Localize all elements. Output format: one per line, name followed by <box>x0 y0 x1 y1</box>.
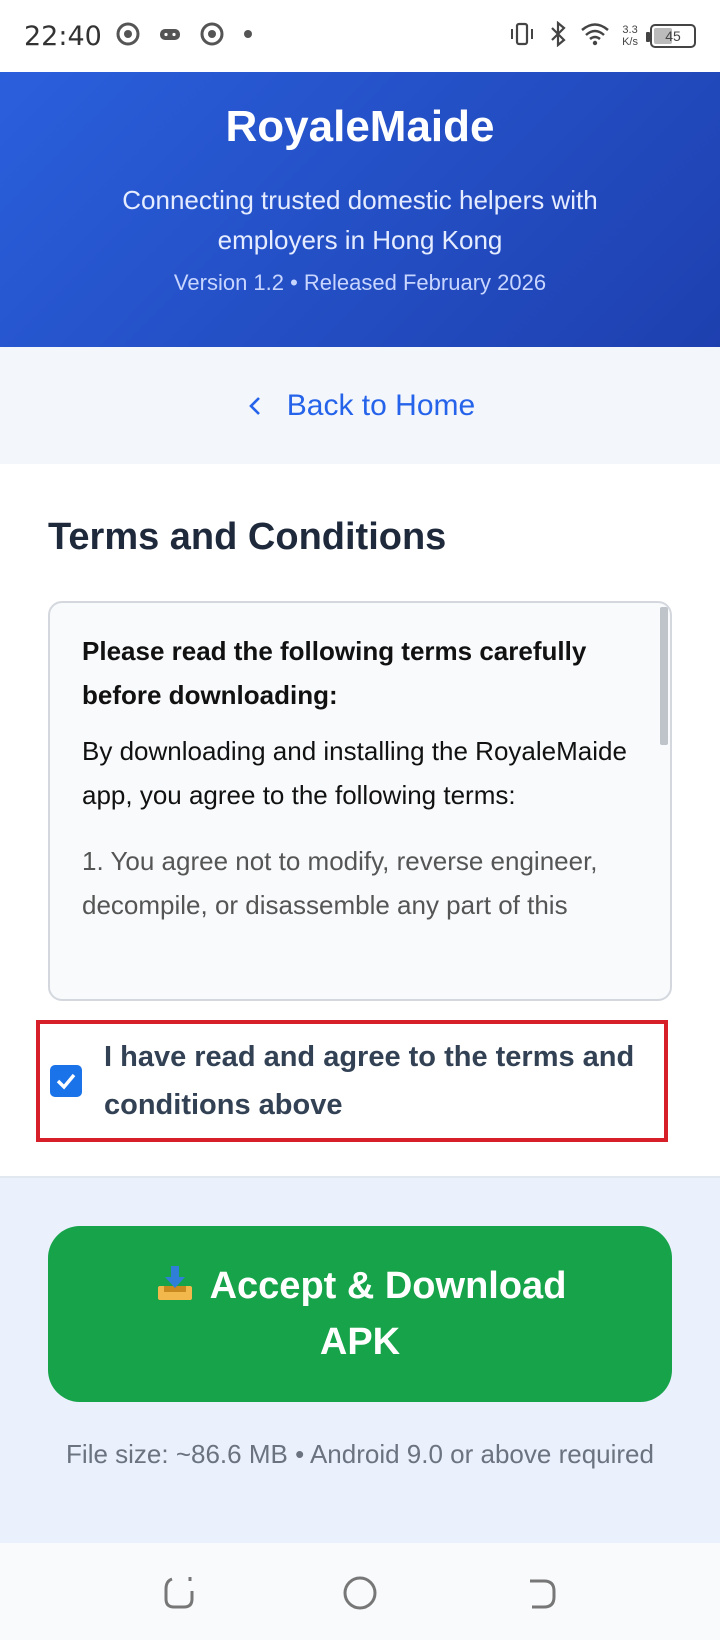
app-header: RoyaleMaide Connecting trusted domestic … <box>0 72 720 347</box>
home-button[interactable] <box>340 1573 380 1613</box>
download-section: Accept & Download APK File size: ~86.6 M… <box>0 1178 720 1543</box>
battery-icon: 45 <box>646 24 696 48</box>
notification-icons <box>116 22 254 51</box>
dot-icon <box>242 27 254 45</box>
checkmark-icon <box>56 1073 76 1090</box>
accept-download-label: Accept & Download APK <box>209 1265 567 1363</box>
accept-download-button[interactable]: Accept & Download APK <box>48 1226 672 1402</box>
chrome-icon <box>116 22 140 51</box>
home-circle-icon <box>343 1576 377 1610</box>
recents-icon <box>164 1577 194 1609</box>
status-bar: 22:40 3.3 K/s 45 <box>0 0 720 72</box>
app-tagline: Connecting trusted domestic helpers with… <box>122 185 598 255</box>
back-to-home-link[interactable]: Back to Home <box>245 389 475 423</box>
battery-level: 45 <box>665 28 681 44</box>
chrome-icon <box>200 22 224 51</box>
network-speed: 3.3 K/s <box>622 24 638 48</box>
terms-lead: Please read the following terms carefull… <box>82 636 587 710</box>
system-nav-bar <box>0 1543 720 1640</box>
terms-content: Please read the following terms carefull… <box>50 603 670 927</box>
wifi-icon <box>580 22 610 51</box>
system-status-icons: 3.3 K/s 45 <box>508 20 696 52</box>
inbox-tray-icon <box>157 1266 192 1300</box>
terms-intro: By downloading and installing the Royale… <box>82 736 627 810</box>
app-title: RoyaleMaide <box>225 102 495 151</box>
file-info: File size: ~86.6 MB • Android 9.0 or abo… <box>66 1439 654 1469</box>
back-to-home-label: Back to Home <box>286 388 476 422</box>
chevron-left-icon <box>248 396 260 415</box>
terms-heading: Terms and Conditions <box>48 516 447 558</box>
back-button[interactable] <box>520 1573 560 1613</box>
back-nav: Back to Home <box>0 347 720 464</box>
status-time: 22:40 <box>24 20 102 52</box>
back-arrow-icon <box>530 1579 556 1609</box>
bluetooth-icon <box>548 20 568 52</box>
terms-scroll-box[interactable]: Please read the following terms carefull… <box>48 601 672 1001</box>
gamepad-icon <box>158 22 182 51</box>
terms-scrollbar[interactable] <box>660 607 668 745</box>
app-version: Version 1.2 • Released February 2026 <box>173 270 547 295</box>
agree-checkbox[interactable] <box>50 1065 82 1097</box>
vibrate-icon <box>508 21 536 52</box>
agree-label[interactable]: I have read and agree to the terms and c… <box>104 1033 664 1129</box>
terms-item: 1. You agree not to modify, reverse engi… <box>82 846 598 920</box>
recents-button[interactable] <box>160 1573 200 1613</box>
agree-checkbox-row[interactable]: I have read and agree to the terms and c… <box>36 1020 668 1142</box>
